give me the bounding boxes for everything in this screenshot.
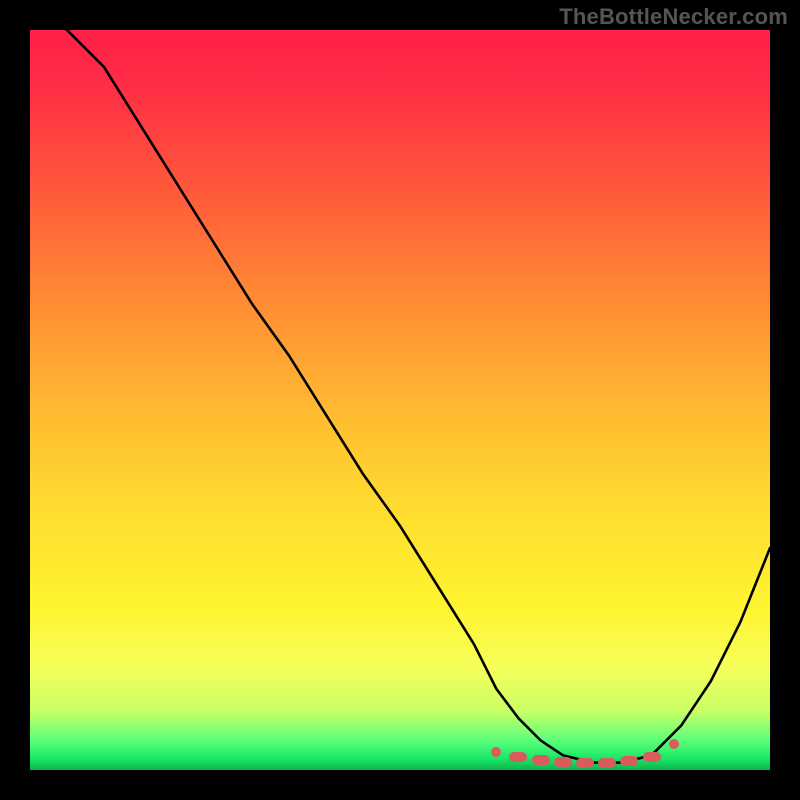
curve-layer (30, 30, 770, 770)
optimal-marker (532, 755, 550, 765)
optimal-marker (576, 758, 594, 768)
watermark-text: TheBottleNecker.com (559, 4, 788, 30)
bottleneck-curve (67, 30, 770, 763)
chart-frame: TheBottleNecker.com (0, 0, 800, 800)
optimal-marker (491, 747, 501, 757)
optimal-marker (598, 758, 616, 768)
optimal-marker (643, 752, 661, 762)
plot-area (30, 30, 770, 770)
optimal-marker (669, 739, 679, 749)
optimal-marker (620, 756, 638, 766)
optimal-marker (554, 757, 572, 767)
optimal-marker (509, 752, 527, 762)
